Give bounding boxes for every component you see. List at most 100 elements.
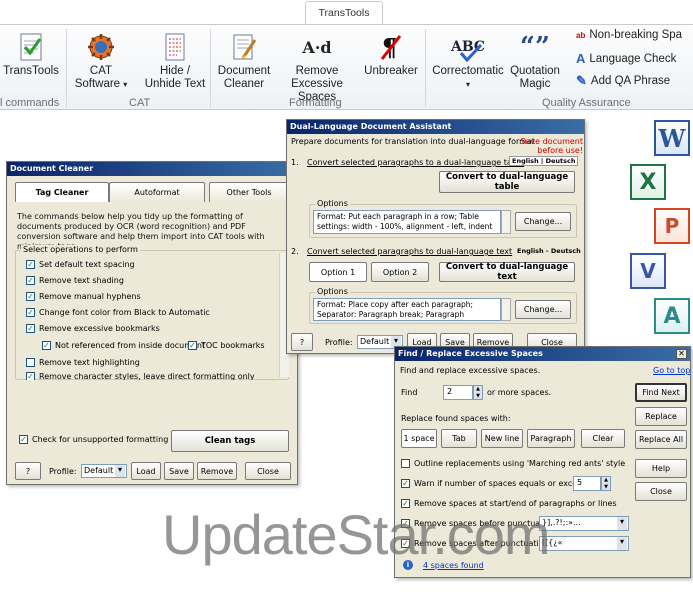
help-button[interactable]: Help — [635, 459, 687, 478]
clear-button[interactable]: Clear — [581, 429, 625, 448]
option-outline-replacements[interactable]: Outline replacements using 'Marching red… — [401, 459, 625, 468]
document-label: Document — [217, 65, 271, 77]
replace-tab-button[interactable]: Tab — [441, 429, 477, 448]
step-2-number: 2. — [291, 247, 299, 256]
change-options-1-button[interactable]: Change... — [515, 212, 571, 231]
option-label: Outline replacements using 'Marching red… — [414, 459, 626, 468]
close-icon[interactable]: ✕ — [676, 349, 687, 359]
clean-tags-button[interactable]: Clean tags — [171, 430, 289, 452]
after-punctuation-select[interactable]: ([{¿« — [539, 536, 629, 551]
tab-other-tools[interactable]: Other Tools — [209, 182, 289, 202]
checkbox[interactable]: ✓ — [401, 479, 410, 488]
tab-tag-cleaner[interactable]: Tag Cleaner — [15, 182, 109, 202]
replace-all-button[interactable]: Replace All — [635, 430, 687, 449]
checkbox[interactable]: ✓ — [26, 308, 35, 317]
language-flag-table-icon: English | Deutsch — [509, 156, 579, 166]
tab-autoformat[interactable]: Autoformat — [109, 182, 205, 202]
save-button[interactable]: Save — [164, 462, 194, 480]
option-remove-highlighting[interactable]: Remove text highlighting — [26, 358, 140, 367]
document-cleaner-icon — [227, 31, 261, 63]
option-toc-bookmarks[interactable]: ✓ TOC bookmarks — [188, 341, 265, 350]
convert-text-button[interactable]: Convert to dual-language text — [439, 262, 575, 282]
add-qa-phrase-button[interactable]: ✎ Add QA Phrase — [576, 73, 670, 89]
option-label: Remove manual hyphens — [39, 292, 141, 301]
checkbox[interactable]: ✓ — [26, 372, 35, 380]
replace-1-space-button[interactable]: 1 space — [401, 429, 437, 448]
ribbon-bar: TransTools CAT Software ▾ Hide / Unhide … — [0, 24, 693, 110]
warn-count-spinner[interactable]: ▲ ▼ — [601, 476, 611, 491]
profile-select[interactable]: Default — [81, 464, 127, 478]
document-cleaner-title: Document Cleaner — [7, 162, 297, 176]
correctomatic-label-row: Correctomatic ▾ — [430, 65, 506, 91]
option-remove-hyphens[interactable]: ✓ Remove manual hyphens — [26, 292, 141, 301]
option-default-spacing[interactable]: ✓ Set default text spacing — [26, 260, 135, 269]
find-count-spinner[interactable]: ▲ ▼ — [473, 385, 483, 400]
option-1-button[interactable]: Option 1 — [309, 262, 367, 282]
hide-text-icon — [158, 31, 192, 63]
operations-group-label: Select operations to perform — [21, 245, 140, 254]
correctomatic-button[interactable]: ABC Correctomatic ▾ — [430, 31, 506, 91]
document-cleaner-button[interactable]: Document Cleaner — [214, 31, 274, 91]
option-2-button[interactable]: Option 2 — [371, 262, 429, 282]
option-remove-shading[interactable]: ✓ Remove text shading — [26, 276, 124, 285]
checkbox[interactable]: ✓ — [26, 324, 35, 333]
profile-label: Profile: — [49, 467, 77, 476]
warn-count-input[interactable]: 5 — [573, 476, 601, 491]
option-remove-char-styles[interactable]: ✓ Remove character styles, leave direct f… — [26, 372, 255, 380]
correctomatic-icon: ABC — [451, 31, 485, 63]
options-1-label: Options — [315, 199, 350, 208]
remove-excessive-spaces-button[interactable]: A·d Remove Excessive Spaces — [272, 31, 362, 104]
checkbox[interactable]: ✓ — [26, 292, 35, 301]
access-icon: A — [654, 298, 690, 334]
checkbox[interactable]: ✓ — [42, 341, 51, 350]
replace-new-line-button[interactable]: New line — [481, 429, 523, 448]
replace-button[interactable]: Replace — [635, 407, 687, 426]
options-1-scrollbar[interactable] — [501, 210, 511, 234]
checkbox[interactable]: ✓ — [26, 260, 35, 269]
hide-unhide-text-button[interactable]: Hide / Unhide Text — [142, 31, 208, 91]
check-unsupported-formatting[interactable]: ✓ Check for unsupported formatting — [19, 435, 168, 444]
watermark: UpdateStar.com — [162, 503, 551, 566]
non-breaking-label: Non-breaking Spa — [589, 29, 683, 41]
cat-software-button[interactable]: CAT Software ▾ — [70, 31, 132, 91]
visio-icon: V — [630, 253, 666, 289]
quotation-glyph: “” — [520, 31, 550, 62]
transtools-button[interactable]: TransTools — [2, 31, 60, 78]
close-button[interactable]: Close — [635, 482, 687, 501]
unbreaker-button[interactable]: ¶ Unbreaker — [362, 31, 420, 78]
add-qa-phrase-icon: ✎ — [576, 73, 587, 88]
quotation-magic-button[interactable]: “” Quotation Magic — [506, 31, 564, 91]
go-to-top-link[interactable]: Go to top — [653, 366, 690, 375]
replace-paragraph-button[interactable]: Paragraph — [527, 429, 575, 448]
option-remove-bookmarks[interactable]: ✓ Remove excessive bookmarks — [26, 324, 160, 333]
find-count-input[interactable]: 2 — [443, 385, 473, 400]
visio-letter: V — [640, 259, 656, 283]
checkbox[interactable]: ✓ — [188, 341, 197, 350]
options-2-scrollbar[interactable] — [501, 298, 511, 321]
cat-software-label: Software — [74, 78, 121, 90]
tab-transtools[interactable]: TransTools — [305, 1, 383, 25]
checkbox[interactable]: ✓ — [19, 435, 28, 444]
remove-button[interactable]: Remove — [197, 462, 237, 480]
close-button[interactable]: Close — [245, 462, 291, 480]
language-check-button[interactable]: A Language Check — [576, 51, 676, 66]
load-button[interactable]: Load — [131, 462, 161, 480]
help-button[interactable]: ? — [15, 462, 41, 480]
change-options-2-button[interactable]: Change... — [515, 300, 571, 319]
step-1-number: 1. — [291, 158, 299, 167]
remove-label: Remove — [295, 65, 339, 77]
help-button[interactable]: ? — [291, 333, 313, 351]
checkbox[interactable] — [26, 358, 35, 367]
find-next-button[interactable]: Find Next — [635, 383, 687, 402]
non-breaking-spaces-button[interactable]: ab Non-breaking Spa — [576, 29, 682, 41]
checkbox[interactable] — [401, 459, 410, 468]
option-warn-spaces[interactable]: ✓ Warn if number of spaces equals or exce… — [401, 479, 594, 488]
group-label-cat: CAT — [129, 97, 151, 109]
before-punctuation-select[interactable]: }],.?!;:»... — [539, 516, 629, 531]
option-not-referenced[interactable]: ✓ Not referenced from inside document — [42, 341, 205, 350]
dual-subtitle: Prepare documents for translation into d… — [291, 137, 535, 146]
checkbox[interactable]: ✓ — [26, 276, 35, 285]
convert-table-button[interactable]: Convert to dual-language table — [439, 171, 575, 193]
option-font-color[interactable]: ✓ Change font color from Black to Automat… — [26, 308, 210, 317]
remove-spaces-icon: A·d — [300, 31, 334, 63]
